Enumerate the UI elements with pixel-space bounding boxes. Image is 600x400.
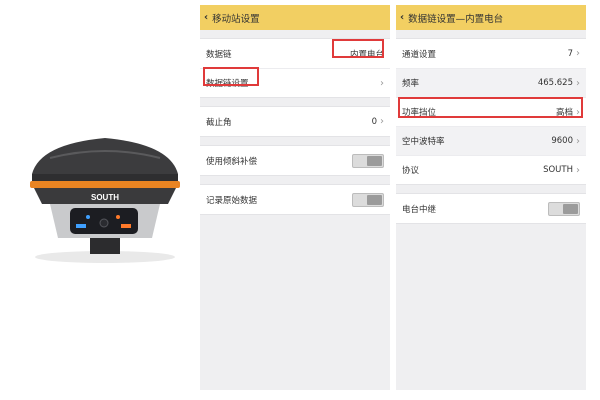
rover-settings-screen: ‹ 移动站设置 数据链 内置电台 数据链设置 › 截止角 0 › 使用倾斜补偿 记… — [200, 5, 390, 390]
row-label: 空中波特率 — [402, 137, 445, 147]
row-label: 记录原始数据 — [206, 195, 258, 206]
row-label: 通道设置 — [402, 49, 437, 60]
chevron-right-icon: › — [576, 77, 580, 89]
tilt-compensation-row: 使用倾斜补偿 — [200, 146, 390, 175]
row-label: 功率挡位 — [402, 108, 437, 118]
record-raw-data-toggle[interactable] — [352, 192, 384, 207]
power-level-value: 高档 — [555, 108, 573, 118]
air-baud-rate-row[interactable]: 空中波特率 9600 › — [396, 126, 586, 155]
row-label: 使用倾斜补偿 — [206, 156, 258, 167]
frequency-value: 465.625 — [537, 78, 573, 88]
radio-relay-row: 电台中继 — [396, 194, 586, 223]
power-level-row[interactable]: 功率挡位 高档 › — [396, 97, 586, 126]
cutoff-angle-row[interactable]: 截止角 0 › — [200, 107, 390, 136]
data-link-value: 内置电台 — [349, 49, 384, 60]
gnss-receiver-image: SOUTH — [10, 120, 195, 270]
radio-relay-toggle[interactable] — [548, 201, 580, 216]
chevron-right-icon: › — [576, 164, 580, 176]
channel-settings-row[interactable]: 通道设置 7 › — [396, 39, 586, 68]
header-bar: ‹ 数据链设置—内置电台 — [396, 5, 586, 30]
chevron-right-icon: › — [576, 106, 580, 118]
row-label: 频率 — [402, 79, 420, 89]
frequency-row[interactable]: 频率 465.625 › — [396, 68, 586, 97]
row-label: 协议 — [402, 166, 420, 176]
data-link-settings-row[interactable]: 数据链设置 › — [200, 68, 390, 97]
tilt-compensation-toggle[interactable] — [352, 153, 384, 168]
data-link-radio-screen: ‹ 数据链设置—内置电台 通道设置 7 › 频率 465.625 › 功率挡位 高档… — [396, 5, 586, 390]
row-label: 电台中继 — [402, 204, 437, 215]
chevron-right-icon: › — [576, 48, 580, 59]
channel-value: 7 — [567, 48, 573, 59]
chevron-left-icon[interactable]: ‹ — [204, 12, 208, 23]
protocol-row[interactable]: 协议 SOUTH › — [396, 155, 586, 184]
page-title: 数据链设置—内置电台 — [408, 13, 504, 25]
data-link-row[interactable]: 数据链 内置电台 — [200, 39, 390, 68]
record-raw-data-row: 记录原始数据 — [200, 185, 390, 214]
chevron-right-icon: › — [380, 116, 384, 127]
cutoff-angle-value: 0 — [371, 116, 377, 127]
chevron-right-icon: › — [380, 77, 384, 89]
row-label: 截止角 — [206, 117, 232, 128]
page-title: 移动站设置 — [212, 13, 260, 25]
chevron-left-icon[interactable]: ‹ — [400, 12, 404, 23]
protocol-value: SOUTH — [543, 165, 573, 175]
brand-logo: SOUTH — [91, 193, 119, 202]
air-baud-rate-value: 9600 — [551, 136, 573, 146]
chevron-right-icon: › — [576, 135, 580, 147]
row-label: 数据链 — [206, 49, 232, 60]
header-bar: ‹ 移动站设置 — [200, 5, 390, 30]
row-label: 数据链设置 — [206, 79, 249, 89]
